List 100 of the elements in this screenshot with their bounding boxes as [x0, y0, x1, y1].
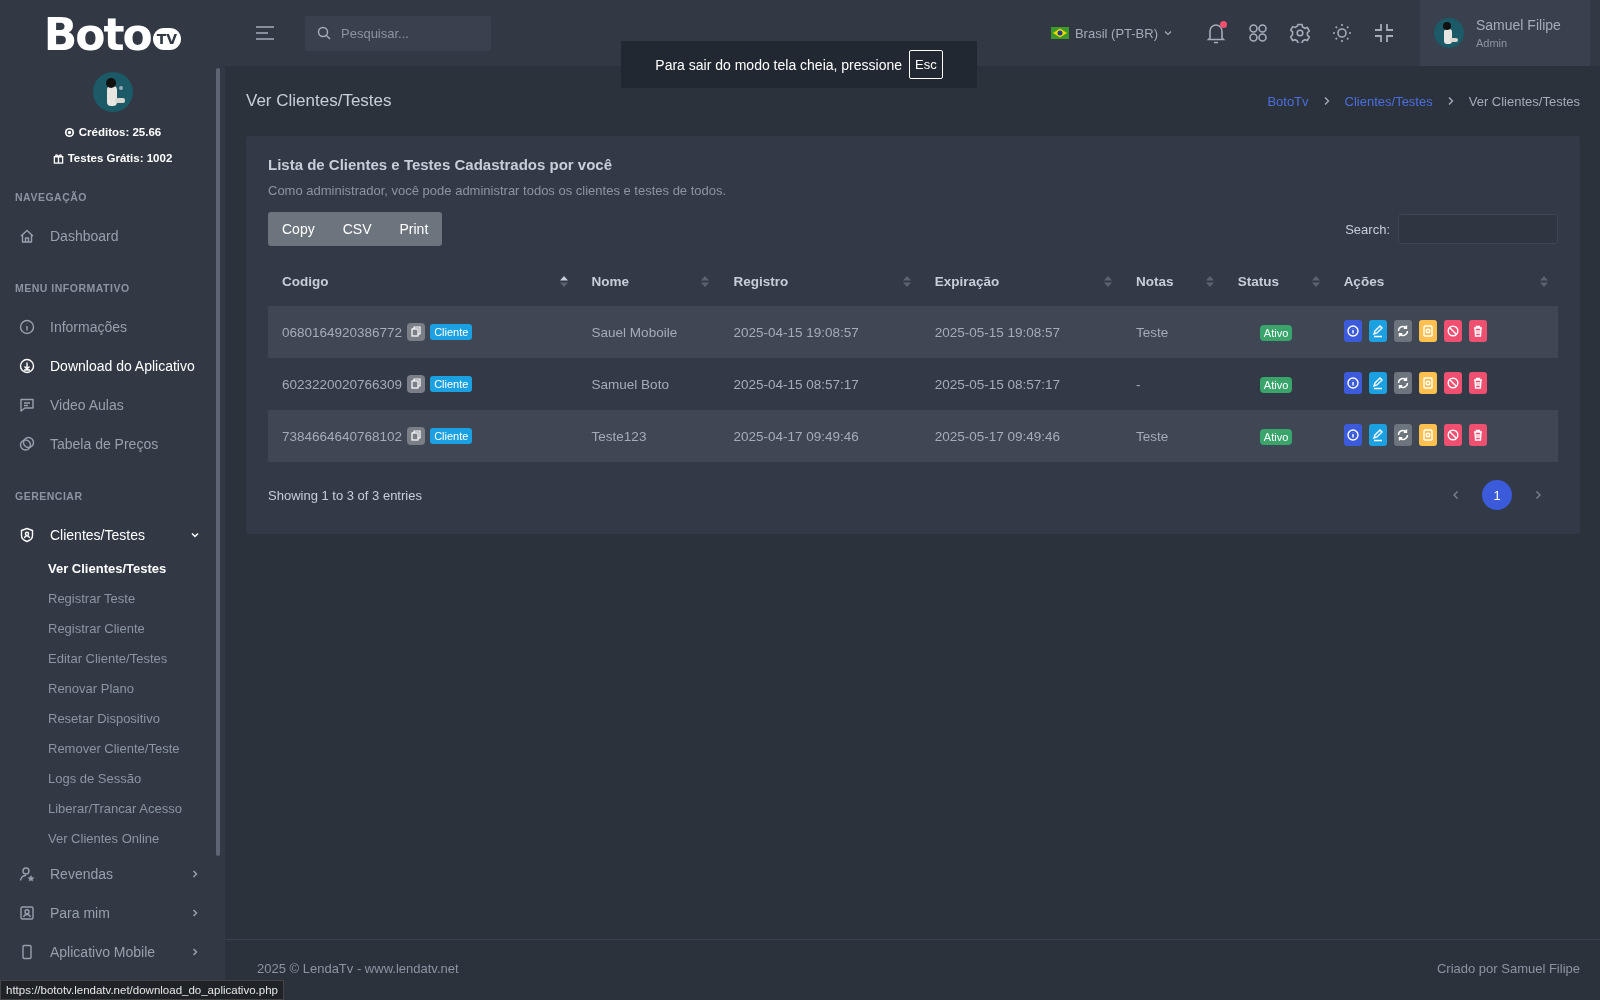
scrollbar[interactable] — [216, 68, 220, 856]
table-cell: 2025-05-15 19:08:57 — [920, 306, 1122, 358]
table-cell: - — [1121, 358, 1224, 410]
column-header[interactable]: Ações — [1329, 256, 1558, 306]
menu-icon[interactable] — [255, 25, 275, 41]
entries-info: Showing 1 to 3 of 3 entries — [268, 487, 422, 503]
export-button[interactable]: CSV — [328, 212, 386, 246]
info-icon — [19, 318, 35, 335]
credits-text: Créditos: 25.66 — [78, 126, 162, 138]
chevron-icon — [190, 946, 200, 957]
document-icon[interactable] — [1418, 319, 1437, 342]
type-tag: Cliente — [430, 428, 473, 444]
shield-icon — [19, 526, 35, 543]
table-cell: 7384664640768102 — [282, 428, 403, 444]
table-cell: Teste123 — [577, 410, 720, 462]
settings-icon[interactable] — [1290, 23, 1310, 43]
submenu-item[interactable]: Registrar Teste — [0, 584, 225, 614]
copy-icon[interactable] — [407, 427, 426, 445]
submenu-item[interactable]: Ver Clientes/Testes — [0, 554, 225, 584]
page-button[interactable]: 1 — [1482, 480, 1512, 510]
submenu-item[interactable]: Editar Cliente/Testes — [0, 644, 225, 674]
pencil-icon[interactable] — [1368, 423, 1387, 446]
footer-text: 2025 © LendaTv - www.lendatv.net — [257, 960, 459, 976]
search-field[interactable]: Pesquisar... — [305, 15, 491, 51]
column-header[interactable]: Notas — [1121, 256, 1224, 306]
notice-text: Para sair do modo tela cheia, pressione — [655, 56, 902, 73]
copy-icon[interactable] — [407, 323, 426, 341]
coin-icon — [63, 126, 75, 138]
block-icon[interactable] — [1443, 319, 1462, 342]
nav-item[interactable]: Dashboard — [0, 216, 225, 255]
submenu-item[interactable]: Liberar/Trancar Acesso — [0, 794, 225, 824]
nav-item[interactable]: Tabela de Preços — [0, 424, 225, 463]
column-header[interactable]: Expiração — [920, 256, 1122, 306]
key-hint: Esc — [909, 50, 943, 79]
table-cell: 0680164920386772 — [282, 324, 403, 340]
type-tag: Cliente — [430, 376, 473, 392]
trash-icon[interactable] — [1468, 423, 1487, 446]
submenu-item[interactable]: Ver Clientes Online — [0, 824, 225, 854]
table-cell: 2025-04-15 08:57:17 — [719, 358, 921, 410]
column-header[interactable]: Registro — [719, 256, 921, 306]
breadcrumb-link[interactable]: Clientes/Testes — [1344, 93, 1433, 109]
trash-icon[interactable] — [1468, 319, 1487, 342]
column-header[interactable]: Codigo — [268, 256, 578, 306]
status-tag: Ativo — [1259, 324, 1293, 341]
coin-icon — [19, 435, 35, 452]
table-cell: Samuel Boto — [577, 358, 720, 410]
block-icon[interactable] — [1443, 423, 1462, 446]
chevron-icon — [190, 868, 200, 879]
document-icon[interactable] — [1418, 371, 1437, 394]
status-tag: Ativo — [1259, 428, 1293, 445]
trash-icon[interactable] — [1468, 371, 1487, 394]
section-heading: MENU INFORMATIVO — [14, 282, 131, 294]
pencil-icon[interactable] — [1368, 371, 1387, 394]
refresh-icon[interactable] — [1393, 371, 1412, 394]
previous-page-icon[interactable] — [1452, 490, 1460, 500]
footer-credit: Criado por Samuel Filipe — [1436, 960, 1580, 976]
info-icon[interactable] — [1343, 319, 1362, 342]
export-button[interactable]: Print — [385, 212, 443, 246]
breadcrumb-link[interactable]: BotoTv — [1267, 93, 1309, 109]
nav-item[interactable]: Revendas — [0, 854, 225, 893]
submenu-item[interactable]: Resetar Dispositivo — [0, 704, 225, 734]
nav-item[interactable]: Download do Aplicativo — [0, 346, 225, 385]
nav-item[interactable]: Para mim — [0, 893, 225, 932]
table-cell: 2025-05-15 08:57:17 — [920, 358, 1122, 410]
nav-item[interactable]: Clientes/Testes — [0, 515, 225, 554]
next-page-icon[interactable] — [1534, 490, 1542, 500]
export-button[interactable]: Copy — [268, 212, 329, 246]
card-subtitle: Como administrador, você pode administrar todos os clientes e testes de todos. — [268, 183, 728, 198]
type-tag: Cliente — [430, 324, 473, 340]
user-role: Admin — [1476, 37, 1509, 49]
column-header[interactable]: Status — [1223, 256, 1330, 306]
nav-item[interactable]: Aplicativo Mobile — [0, 932, 225, 971]
exit-fullscreen-icon[interactable] — [1374, 23, 1394, 43]
nav-item[interactable]: Informações — [0, 307, 225, 346]
block-icon[interactable] — [1443, 371, 1462, 394]
search-icon — [317, 25, 331, 40]
user-icon — [19, 865, 35, 882]
table-cell: Sauel Moboile — [577, 306, 720, 358]
pencil-icon[interactable] — [1368, 319, 1387, 342]
column-header[interactable]: Nome — [577, 256, 720, 306]
chevron-icon — [190, 907, 200, 918]
nav-item[interactable]: Video Aulas — [0, 385, 225, 424]
info-icon[interactable] — [1343, 371, 1362, 394]
info-icon[interactable] — [1343, 423, 1362, 446]
submenu-item[interactable]: Registrar Cliente — [0, 614, 225, 644]
status-tag: Ativo — [1259, 376, 1293, 393]
bell-icon[interactable] — [1206, 22, 1226, 44]
refresh-icon[interactable] — [1393, 319, 1412, 342]
submenu-item[interactable]: Logs de Sessão — [0, 764, 225, 794]
chevron-icon — [1322, 96, 1331, 106]
language-selector[interactable]: Brasil (PT-BR) — [1050, 25, 1172, 41]
refresh-icon[interactable] — [1393, 423, 1412, 446]
sun-icon[interactable] — [1332, 23, 1352, 43]
apps-icon[interactable] — [1248, 23, 1268, 43]
submenu-item[interactable]: Renovar Plano — [0, 674, 225, 704]
user-menu[interactable]: Samuel Filipe Admin — [1420, 0, 1590, 66]
document-icon[interactable] — [1418, 423, 1437, 446]
page-title: Ver Clientes/Testes — [246, 91, 392, 111]
copy-icon[interactable] — [407, 375, 426, 393]
submenu-item[interactable]: Remover Cliente/Teste — [0, 734, 225, 764]
